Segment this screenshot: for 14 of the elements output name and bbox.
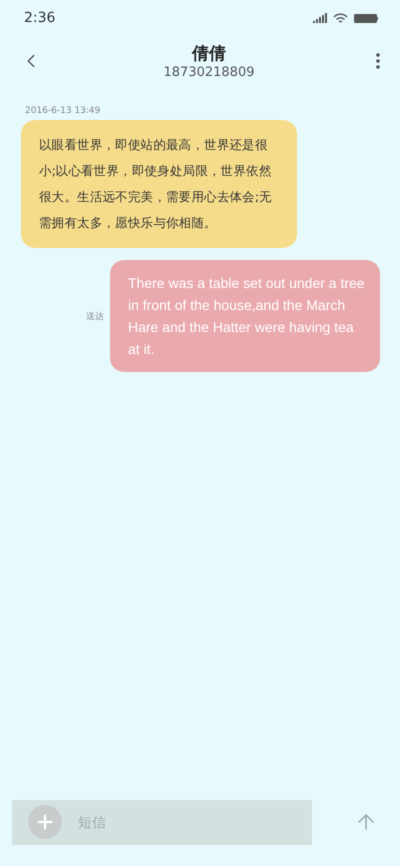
battery-icon (354, 14, 378, 22)
contact-phone: 18730218809 (164, 65, 254, 80)
more-icon (376, 53, 380, 69)
message-field[interactable]: 短信 (12, 800, 312, 844)
message-timestamp: 2016-6-13 13:49 (25, 106, 102, 116)
more-menu-button[interactable] (376, 53, 380, 69)
wifi-icon (333, 12, 348, 24)
message-input-field[interactable]: 短信 (76, 813, 296, 831)
sent-message: There was a table set out under a tree in front of the house,and the March Hare and the Hatter were having tea at it. (110, 260, 380, 372)
received-message: 以眼看世界，即使站的最高，世界还是很小;以心看世界，即使身处局限，世界依然很大。生活远不完美，需要用心去体会;无需拥有太多，愿快乐与你相随。 (21, 120, 297, 248)
signal-icon (313, 13, 327, 23)
status-time: 2:36 (24, 10, 56, 26)
delivery-status: 送达 (86, 310, 104, 322)
contact-name: 倩倩 (192, 43, 226, 65)
